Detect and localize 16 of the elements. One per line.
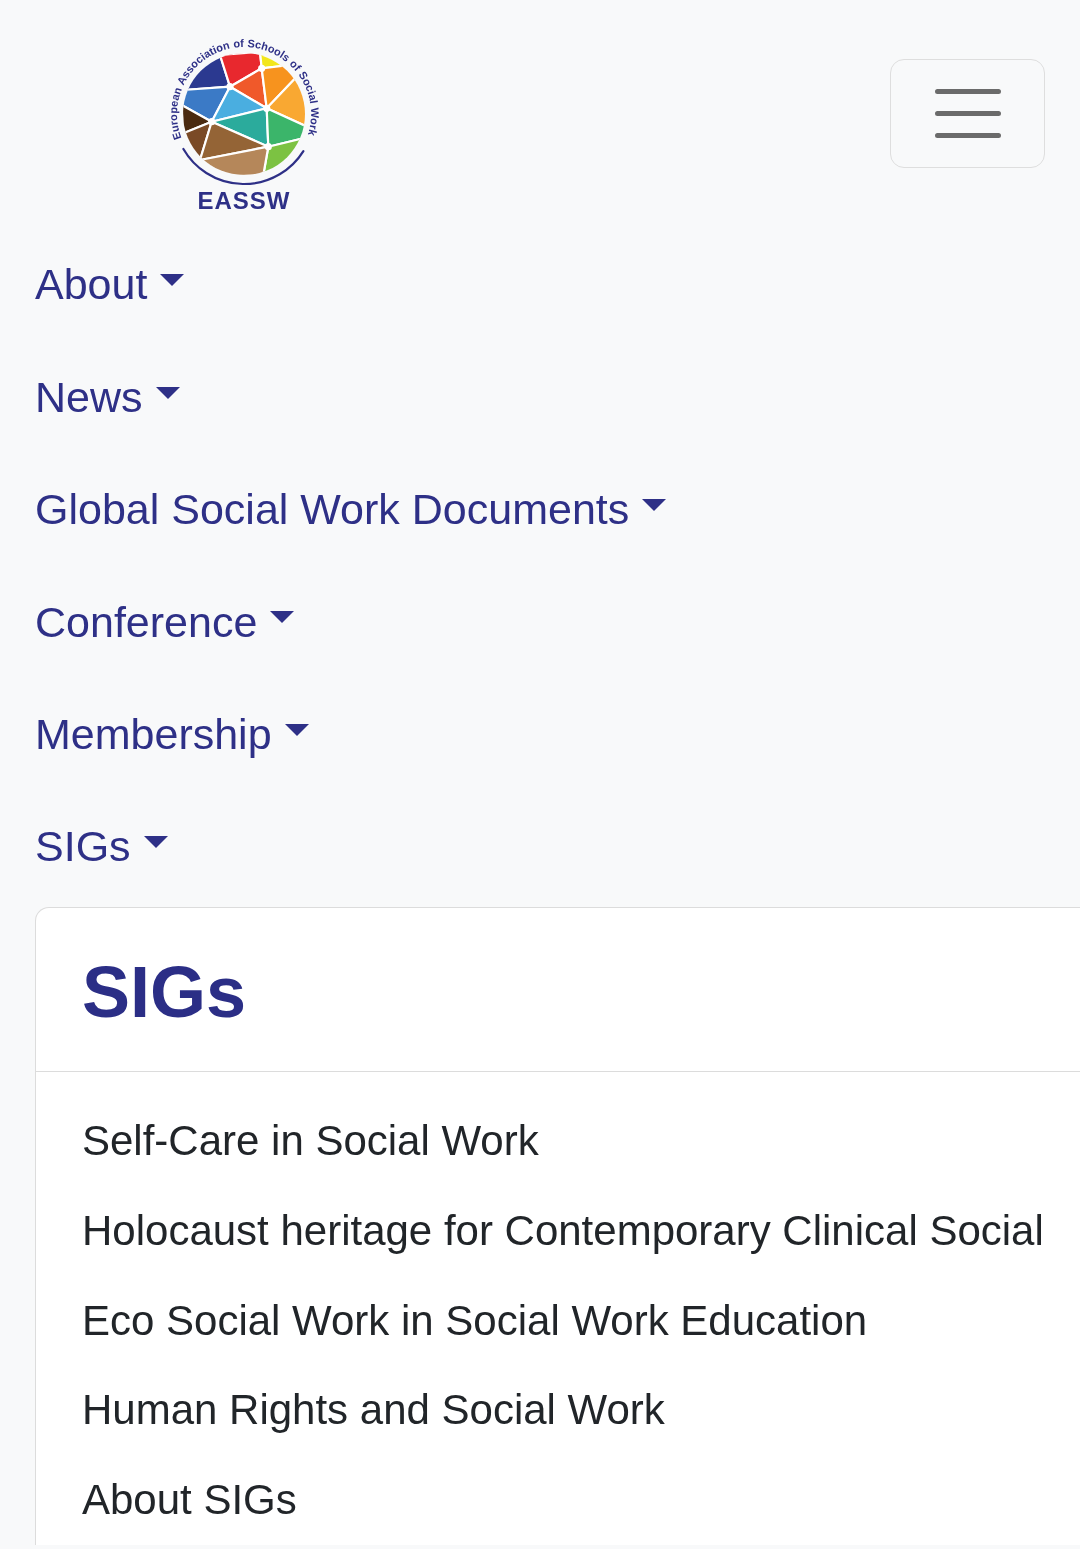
nav-link[interactable]: Membership [35, 710, 309, 760]
logo-ring-word: of [232, 37, 244, 50]
sig-link[interactable]: Human Rights and Social Work [82, 1386, 665, 1435]
nav-link[interactable]: Conference [35, 597, 295, 648]
nav-link[interactable]: Global Social Work Documents [35, 485, 667, 535]
nav-link[interactable]: SIGs [35, 822, 168, 872]
sig-link[interactable]: Eco Social Work in Social Work Education [82, 1296, 868, 1345]
sig-link[interactable]: Holocaust heritage for Contemporary Clinical Social [82, 1207, 1044, 1256]
menu-icon [934, 89, 1001, 138]
card-title: SIGs [82, 951, 247, 1035]
nav-link[interactable]: News [35, 372, 180, 423]
sig-link[interactable]: Self-Care in Social Work [82, 1117, 539, 1166]
logo-wordmark: EASSW [197, 188, 291, 214]
menu-button[interactable] [890, 59, 1045, 168]
nav-link[interactable]: About [35, 260, 185, 310]
sig-link[interactable]: About SIGs [82, 1475, 297, 1525]
